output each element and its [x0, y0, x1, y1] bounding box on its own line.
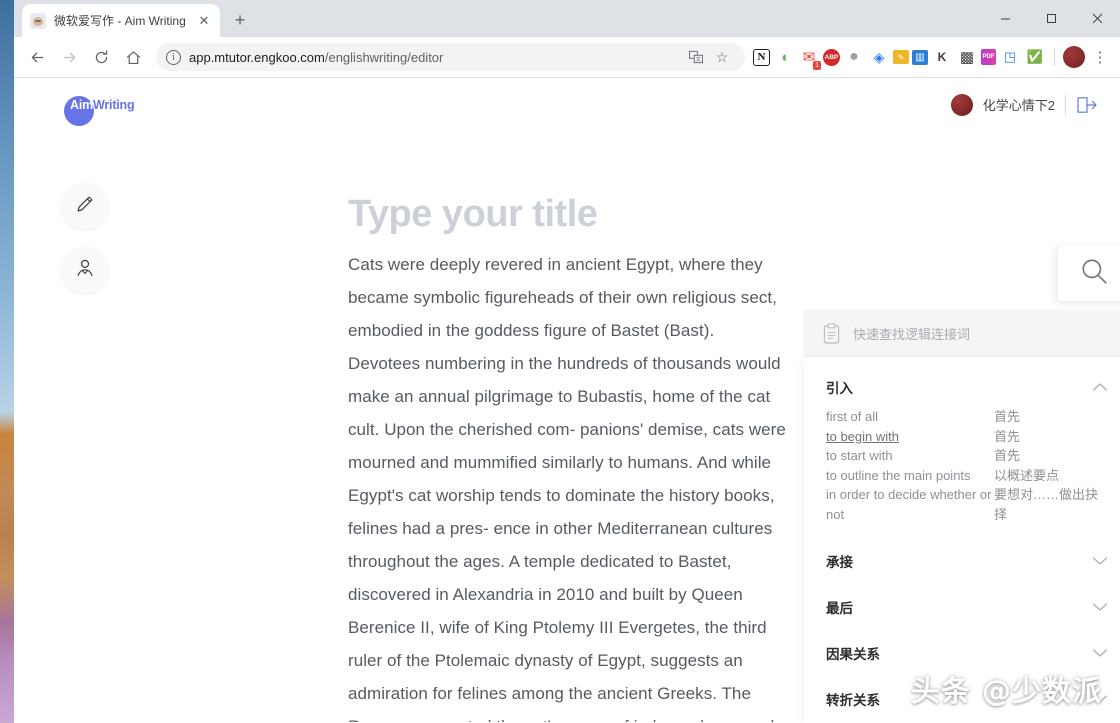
phrase-cn: 首先: [994, 448, 1021, 463]
document-title-input[interactable]: Type your title: [334, 178, 804, 248]
connectives-search-box[interactable]: 快速查找逻辑连接词: [804, 310, 1120, 357]
section-header-zuihou[interactable]: 最后: [804, 584, 1120, 630]
phrase-cn: 首先: [994, 428, 1021, 444]
browser-tabstrip: 微软爱写作 - Aim Writing ✕ +: [14, 0, 1120, 37]
header-right: 化学心情下2: [950, 93, 1098, 116]
list-item[interactable]: to start with 首先: [826, 446, 1108, 466]
chevron-up-icon[interactable]: [1092, 382, 1108, 392]
profile-avatar[interactable]: [1063, 46, 1085, 68]
list-item[interactable]: first of all 首先: [826, 407, 1108, 427]
phrase-cn: 首先: [994, 409, 1021, 424]
section-header-open[interactable]: 引入: [804, 361, 1120, 407]
maximize-icon[interactable]: [1028, 0, 1074, 37]
tab-title: 微软爱写作 - Aim Writing: [54, 14, 186, 28]
connectives-search-input[interactable]: 快速查找逻辑连接词: [853, 324, 970, 343]
document-body-input[interactable]: Cats were deeply revered in ancient Egyp…: [334, 248, 804, 722]
browser-toolbar: i app.mtutor.engkoo.com/englishwriting/e…: [14, 37, 1120, 78]
forward-icon[interactable]: [54, 42, 84, 72]
section-header-chengjie[interactable]: 承接: [804, 538, 1120, 584]
section-title: 承接: [826, 555, 853, 570]
section-title: 转折关系: [826, 693, 880, 708]
url-host: app.mtutor.engkoo.com: [189, 49, 325, 65]
kami-extension-icon[interactable]: K: [931, 46, 953, 68]
list-item[interactable]: to outline the main points 以概述要点: [826, 466, 1108, 486]
page-content: AimWriting 化学心情下2 Type your title Cats w…: [14, 78, 1120, 722]
header-divider: [1065, 94, 1066, 115]
phrase-en[interactable]: in order to decide whether or not: [826, 485, 994, 524]
phrase-en[interactable]: to begin with: [826, 427, 994, 447]
toolbar-divider: [1054, 48, 1055, 66]
document-editor: Type your title Cats were deeply revered…: [334, 178, 804, 722]
browser-window: 微软爱写作 - Aim Writing ✕ + i app.mtutor.eng…: [14, 0, 1120, 723]
close-icon[interactable]: ✕: [196, 13, 212, 29]
svg-text:文: 文: [696, 55, 702, 63]
app-logo: AimWriting: [64, 95, 135, 126]
reload-icon[interactable]: [86, 42, 116, 72]
mail-checker-extension-icon[interactable]: ✉ 1: [798, 46, 821, 70]
diamond-extension-icon[interactable]: ◈: [868, 46, 890, 68]
translate-icon[interactable]: 文: [683, 44, 709, 70]
phrase-en[interactable]: to outline the main points: [826, 466, 994, 486]
new-tab-button[interactable]: +: [226, 6, 254, 34]
search-icon: [1079, 256, 1109, 291]
connectives-panel: 快速查找逻辑连接词 引入 first of all 首先 to begin wi…: [804, 310, 1120, 722]
rail-item-edit[interactable]: [62, 183, 108, 229]
notion-extension-icon[interactable]: N: [753, 48, 770, 66]
person-icon: [74, 257, 96, 284]
avatar[interactable]: [950, 93, 973, 116]
phrase-cn: 以概述要点: [994, 467, 1060, 483]
panel-search-button[interactable]: [1058, 245, 1120, 301]
browser-menu-icon[interactable]: ⋮: [1088, 45, 1112, 69]
extension-strip: N ◖ ✉ 1 ABP ● ◈ ✎ ▥ K ▩ PDF ◳ ✅ ⋮: [753, 45, 1112, 70]
browser-tab[interactable]: 微软爱写作 - Aim Writing ✕: [22, 4, 220, 37]
clipboard-icon: [822, 323, 841, 344]
pencil-icon: [74, 193, 96, 220]
evernote-extension-icon[interactable]: ◖: [773, 46, 795, 68]
bookmark-star-icon[interactable]: ☆: [709, 44, 735, 70]
logo-writing-text: Writing: [93, 97, 135, 112]
list-item[interactable]: in order to decide whether or not 要想对……做…: [826, 485, 1108, 524]
qrcode-extension-icon[interactable]: ▩: [956, 46, 978, 68]
watermark: 头条 @少数派: [910, 674, 1102, 708]
phrase-list: first of all 首先 to begin with 首先 to star…: [804, 407, 1120, 538]
logo-aim-text: Aim: [70, 97, 94, 112]
rail-item-profile[interactable]: [62, 247, 108, 293]
site-favicon: [30, 12, 46, 29]
adblock-plus-extension-icon[interactable]: ABP: [823, 48, 840, 66]
phrase-en[interactable]: to start with: [826, 446, 994, 466]
url-path: /englishwriting/editor: [324, 49, 444, 65]
trello-extension-icon[interactable]: ▥: [912, 49, 928, 65]
user-name: 化学心情下2: [982, 98, 1055, 113]
site-info-icon[interactable]: i: [166, 49, 181, 65]
list-item[interactable]: to begin with 首先: [826, 427, 1108, 447]
office-extension-icon[interactable]: ◳: [999, 46, 1021, 68]
section-title: 引入: [826, 381, 853, 396]
phrase-cn: 要想对……做出抉择: [994, 487, 1099, 522]
back-icon[interactable]: [22, 42, 52, 72]
verify-extension-icon[interactable]: ✅: [1024, 46, 1046, 68]
pdf-tool-extension-icon[interactable]: PDF: [981, 49, 996, 65]
yellow-note-extension-icon[interactable]: ✎: [893, 50, 909, 64]
left-rail: [62, 183, 108, 293]
grey-dot-extension-icon[interactable]: ●: [843, 46, 865, 68]
chevron-down-icon[interactable]: [1092, 648, 1108, 658]
chevron-down-icon[interactable]: [1092, 556, 1108, 566]
app-header: AimWriting 化学心情下2: [14, 78, 1120, 131]
phrase-en[interactable]: first of all: [826, 407, 994, 427]
address-bar[interactable]: i app.mtutor.engkoo.com/englishwriting/e…: [156, 43, 745, 71]
chevron-down-icon[interactable]: [1092, 602, 1108, 612]
url-text: app.mtutor.engkoo.com/englishwriting/edi…: [189, 50, 443, 65]
home-icon[interactable]: [118, 42, 148, 72]
minimize-icon[interactable]: [982, 0, 1028, 37]
section-title: 最后: [826, 601, 853, 616]
section-title: 因果关系: [826, 647, 880, 662]
window-controls: [982, 0, 1120, 37]
logout-icon[interactable]: [1076, 96, 1098, 114]
close-window-icon[interactable]: [1074, 0, 1120, 37]
